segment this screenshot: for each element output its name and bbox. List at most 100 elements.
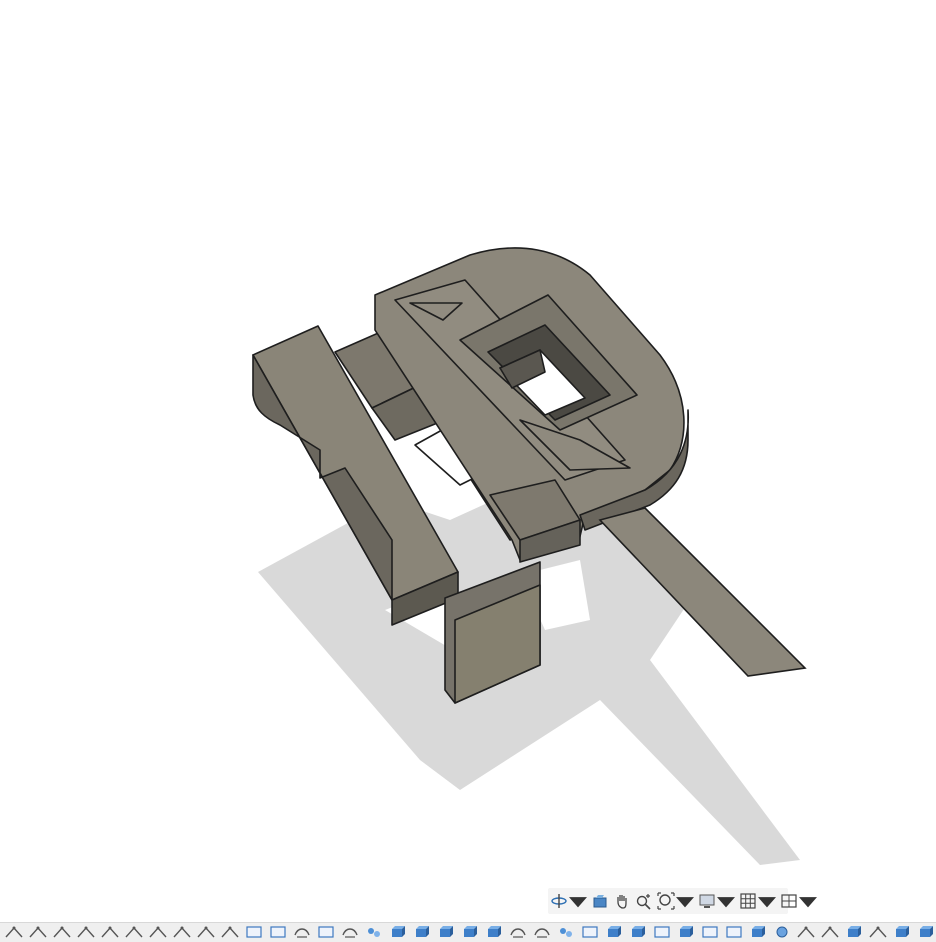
timeline-feature-pattern[interactable]: [556, 925, 576, 939]
pan-button[interactable]: [611, 888, 633, 914]
sketch-icon: [149, 926, 167, 938]
sketch-icon: [869, 926, 887, 938]
viewports-icon: [781, 894, 797, 908]
extrude-icon: [416, 926, 429, 937]
sketch-icon: [5, 926, 23, 938]
timeline-feature-extrude[interactable]: [628, 925, 648, 939]
sketch-icon: [77, 926, 95, 938]
sketch-icon: [821, 926, 839, 938]
timeline-feature-sketch[interactable]: [868, 925, 888, 939]
zoom-icon: [636, 894, 651, 910]
display-settings-button[interactable]: [696, 888, 737, 914]
extrude-icon: [488, 926, 501, 937]
timeline-feature-sketch[interactable]: [196, 925, 216, 939]
timeline-feature-plane[interactable]: [316, 925, 336, 939]
pan-icon: [617, 895, 627, 909]
extrude-icon: [848, 926, 861, 937]
sketch-icon: [53, 926, 71, 938]
timeline-feature-extrude[interactable]: [412, 925, 432, 939]
timeline-feature-extrude[interactable]: [676, 925, 696, 939]
timeline-feature-plane[interactable]: [580, 925, 600, 939]
extrude-icon: [680, 926, 693, 937]
timeline-feature-extrude[interactable]: [436, 925, 456, 939]
fit-icon: [657, 892, 675, 910]
sketch-icon: [221, 926, 239, 938]
timeline-feature-sketch[interactable]: [820, 925, 840, 939]
timeline-feature-sketch[interactable]: [76, 925, 96, 939]
look-at-button[interactable]: [589, 888, 611, 914]
extrude-icon: [896, 926, 909, 937]
timeline-feature-sketch[interactable]: [172, 925, 192, 939]
timeline-feature-sketch[interactable]: [796, 925, 816, 939]
viewports-button[interactable]: [778, 888, 819, 914]
sketch-icon: [29, 926, 47, 938]
revolve-icon: [534, 928, 550, 938]
timeline-feature-extrude[interactable]: [892, 925, 912, 939]
timeline-feature-plane[interactable]: [724, 925, 744, 939]
extrude-icon: [752, 926, 765, 937]
look-at-icon: [593, 895, 607, 908]
orbit-button[interactable]: [548, 888, 589, 914]
timeline-feature-extrude[interactable]: [604, 925, 624, 939]
timeline-feature-extrude[interactable]: [460, 925, 480, 939]
timeline-feature-extrude[interactable]: [916, 925, 936, 939]
sketch-icon: [173, 926, 191, 938]
timeline-feature-sketch[interactable]: [4, 925, 24, 939]
plane-icon: [726, 926, 742, 938]
grid-icon: [740, 893, 756, 909]
zoom-button[interactable]: [633, 888, 655, 914]
sketch-icon: [101, 926, 119, 938]
timeline-feature-revolve[interactable]: [340, 925, 360, 939]
navigation-toolbar: [548, 888, 817, 914]
timeline-feature-revolve[interactable]: [292, 925, 312, 939]
plane-icon: [270, 926, 286, 938]
timeline-feature-extrude[interactable]: [844, 925, 864, 939]
pattern-icon: [560, 928, 572, 937]
display-icon: [699, 894, 715, 908]
plane-icon: [246, 926, 262, 938]
orbit-icon: [551, 894, 567, 908]
timeline-feature-plane[interactable]: [244, 925, 264, 939]
3d-viewport[interactable]: [0, 0, 936, 918]
extrude-icon: [632, 926, 645, 937]
pattern-icon: [368, 928, 380, 937]
fit-button[interactable]: [655, 888, 696, 914]
extrude-icon: [392, 926, 405, 937]
timeline-feature-pattern[interactable]: [364, 925, 384, 939]
plane-icon: [318, 926, 334, 938]
model-canvas[interactable]: [0, 0, 936, 918]
timeline-feature-sketch[interactable]: [124, 925, 144, 939]
timeline-feature-extrude[interactable]: [748, 925, 768, 939]
extrude-icon: [920, 926, 933, 937]
revolve-icon: [294, 928, 310, 938]
plane-icon: [582, 926, 598, 938]
revolve-icon: [342, 928, 358, 938]
grid-settings-button[interactable]: [737, 888, 778, 914]
timeline-feature-plane[interactable]: [652, 925, 672, 939]
sketch-icon: [797, 926, 815, 938]
sketch-icon: [125, 926, 143, 938]
body-icon: [776, 926, 788, 938]
timeline-feature-revolve[interactable]: [508, 925, 528, 939]
chevron-down-icon: [569, 897, 587, 908]
chevron-down-icon: [758, 897, 776, 908]
timeline-feature-plane[interactable]: [268, 925, 288, 939]
timeline-feature-sketch[interactable]: [220, 925, 240, 939]
timeline-feature-sketch[interactable]: [148, 925, 168, 939]
timeline-feature-sketch[interactable]: [100, 925, 120, 939]
chevron-down-icon: [676, 897, 694, 908]
timeline-feature-sketch[interactable]: [28, 925, 48, 939]
extrude-icon: [440, 926, 453, 937]
revolve-icon: [510, 928, 526, 938]
timeline-feature-body[interactable]: [772, 925, 792, 939]
plane-icon: [654, 926, 670, 938]
timeline-feature-plane[interactable]: [700, 925, 720, 939]
timeline-feature-extrude[interactable]: [484, 925, 504, 939]
timeline-feature-extrude[interactable]: [388, 925, 408, 939]
sketch-icon: [197, 926, 215, 938]
timeline: [0, 922, 936, 942]
timeline-feature-sketch[interactable]: [52, 925, 72, 939]
timeline-feature-revolve[interactable]: [532, 925, 552, 939]
extrude-icon: [464, 926, 477, 937]
chevron-down-icon: [717, 897, 735, 908]
